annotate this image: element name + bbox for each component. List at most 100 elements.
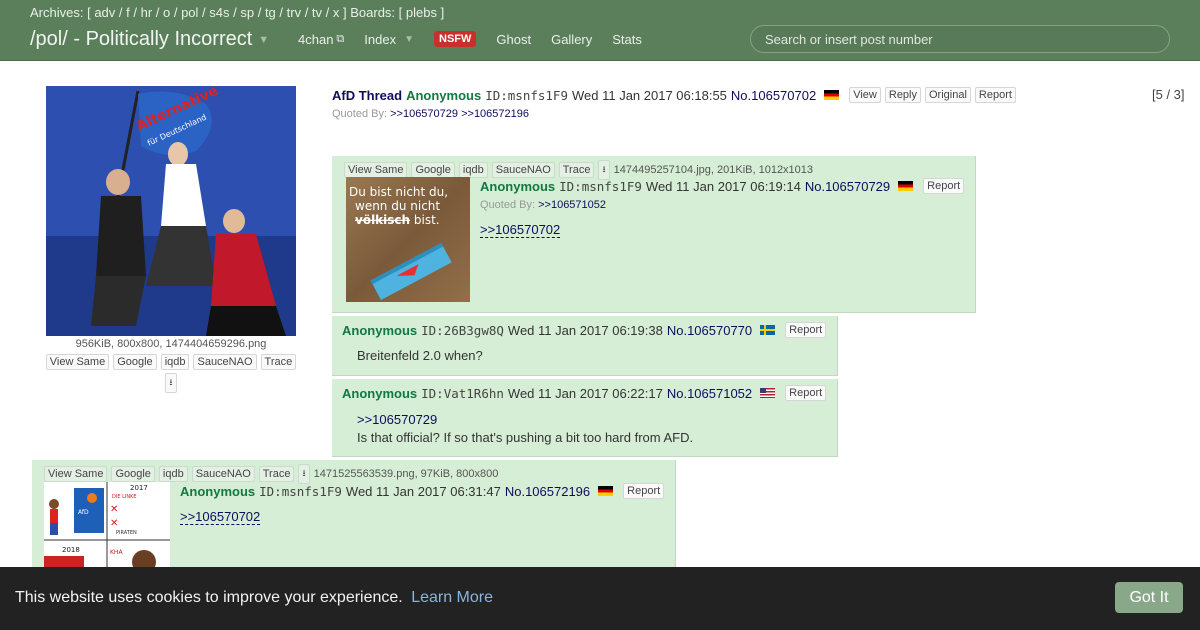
trace-button[interactable]: Trace	[258, 466, 295, 482]
view-button[interactable]: View	[849, 87, 881, 103]
saucenao-button[interactable]: SauceNAO	[191, 466, 255, 482]
reply-image-linke: DIE LINKE	[112, 494, 137, 500]
iqdb-button[interactable]: iqdb	[160, 354, 190, 370]
reply-text: Is that official? If so that's pushing a…	[357, 430, 694, 445]
poster-id[interactable]: ID:26B3gw8Q	[421, 323, 504, 338]
poster-id[interactable]: ID:Vat1R6hn	[421, 386, 504, 401]
google-button[interactable]: Google	[411, 162, 455, 178]
reply-header: Anonymous ID:msnfs1F9 Wed 11 Jan 2017 06…	[180, 483, 665, 499]
quote-link[interactable]: >>106570702	[180, 509, 261, 525]
board-title: /pol/ - Politically Incorrect	[30, 28, 253, 50]
nav-index-dropdown[interactable]: Index ▼	[364, 32, 414, 47]
post-number-link[interactable]: No.106571052	[667, 386, 752, 401]
post-number-link[interactable]: No.106570702	[731, 88, 816, 103]
archive-link-pol[interactable]: pol	[181, 5, 198, 20]
backlink[interactable]: >>106570729	[390, 108, 458, 120]
poster-id[interactable]: ID:msnfs1F9	[485, 88, 568, 103]
external-link-icon: ⧉	[336, 32, 345, 45]
original-button[interactable]: Original	[925, 87, 971, 103]
archive-link-f[interactable]: f	[126, 5, 130, 20]
post-date: Wed 11 Jan 2017 06:22:17	[507, 385, 663, 401]
reply-image-line1: Du bist nicht du,	[349, 185, 448, 199]
report-button[interactable]: Report	[923, 178, 965, 194]
post-date: Wed 11 Jan 2017 06:18:55	[571, 87, 727, 103]
archive-link-x[interactable]: x	[333, 5, 340, 20]
nav-4chan-link[interactable]: 4chan ⧉	[298, 32, 344, 47]
quoted-by-label: Quoted By:	[480, 199, 536, 211]
cookie-text: This website uses cookies to improve you…	[15, 589, 403, 606]
quote-link[interactable]: >>106570702	[480, 222, 561, 238]
report-button[interactable]: Report	[623, 483, 665, 499]
view-same-button[interactable]: View Same	[45, 354, 110, 370]
board-link-plebs[interactable]: plebs	[406, 5, 437, 20]
iqdb-button[interactable]: iqdb	[458, 162, 488, 178]
learn-more-link[interactable]: Learn More	[411, 589, 493, 606]
nav-gallery-link[interactable]: Gallery	[551, 32, 592, 47]
caret-down-icon: ▼	[404, 33, 414, 45]
reply-post-106571052: Anonymous ID:Vat1R6hn Wed 11 Jan 2017 06…	[332, 379, 838, 457]
reply-body: >>106570729 Is that official? If so that…	[357, 411, 693, 447]
backlink[interactable]: >>106572196	[461, 108, 529, 120]
top-navbar: Archives: [ adv / f / hr / o / pol / s4s…	[0, 0, 1200, 61]
post-number-link[interactable]: No.106572196	[505, 484, 590, 499]
report-button[interactable]: Report	[785, 385, 827, 401]
cookie-banner: This website uses cookies to improve you…	[0, 567, 1200, 630]
post-date: Wed 11 Jan 2017 06:19:14	[645, 178, 801, 194]
report-button[interactable]: Report	[785, 322, 827, 338]
quote-link[interactable]: >>106570729	[357, 411, 693, 429]
google-button[interactable]: Google	[113, 354, 157, 370]
iqdb-button[interactable]: iqdb	[158, 466, 188, 482]
reply-body: >>106570702	[180, 509, 261, 525]
backlink[interactable]: >>106571052	[538, 199, 606, 211]
nsfw-badge[interactable]: NSFW	[434, 31, 477, 47]
poster-id[interactable]: ID:msnfs1F9	[259, 484, 342, 499]
archive-link-tg[interactable]: tg	[265, 5, 276, 20]
search-input[interactable]: Search or insert post number	[750, 25, 1170, 53]
google-button[interactable]: Google	[111, 466, 155, 482]
archive-link-trv[interactable]: trv	[287, 5, 301, 20]
archive-link-hr[interactable]: hr	[141, 5, 153, 20]
trace-button[interactable]: Trace	[260, 354, 297, 370]
reply-image-year-top: 2017	[130, 484, 148, 492]
post-number-link[interactable]: No.106570770	[667, 323, 752, 338]
poster-id[interactable]: ID:msnfs1F9	[559, 179, 642, 194]
germany-flag-icon	[598, 486, 614, 496]
got-it-button[interactable]: Got It	[1115, 582, 1183, 613]
archive-link-s4s[interactable]: s4s	[209, 5, 229, 20]
reply-button[interactable]: Reply	[884, 87, 921, 103]
quoted-by-label: Quoted By:	[332, 108, 388, 120]
op-file-info: 956KiB, 800x800, 1474404659296.png View …	[38, 338, 304, 393]
saucenao-button[interactable]: SauceNAO	[491, 162, 555, 178]
archive-link-tv[interactable]: tv	[312, 5, 322, 20]
view-same-button[interactable]: View Same	[44, 466, 108, 482]
archive-link-sp[interactable]: sp	[240, 5, 254, 20]
reply-image-thumbnail[interactable]: Du bist nicht du, wenn du nicht völkisch…	[346, 177, 470, 302]
op-quoted-by: Quoted By: >>106570729 >>106572196	[332, 108, 529, 120]
reply-body: Breitenfeld 2.0 when?	[357, 348, 483, 363]
post-number-link[interactable]: No.106570729	[805, 179, 890, 194]
download-icon[interactable]: ⭳	[298, 464, 310, 484]
download-icon[interactable]: ⭳	[165, 373, 177, 393]
board-title-dropdown[interactable]: /pol/ - Politically Incorrect ▼	[30, 28, 269, 51]
report-button[interactable]: Report	[974, 87, 1016, 103]
nav-stats-link[interactable]: Stats	[612, 32, 642, 47]
thread-subject: AfD Thread	[332, 87, 403, 103]
archive-link-o[interactable]: o	[163, 5, 170, 20]
germany-flag-icon	[898, 181, 914, 191]
download-icon[interactable]: ⭳	[598, 160, 610, 180]
poster-name: Anonymous	[406, 87, 482, 103]
reply-image-thumbnail[interactable]: 2017 2018 AfD DIE LINKE ✕ ✕ PIRATEN KHA	[44, 482, 170, 567]
nav-ghost-link[interactable]: Ghost	[496, 32, 531, 47]
trace-button[interactable]: Trace	[558, 162, 595, 178]
op-image-thumbnail[interactable]: Alternative für Deutschland	[46, 86, 296, 336]
boards-close: ]	[440, 5, 445, 20]
saucenao-button[interactable]: SauceNAO	[193, 354, 257, 370]
reply-image-afd: AfD	[78, 509, 89, 516]
poster-name: Anonymous	[180, 483, 256, 499]
op-post-header: AfD Thread Anonymous ID:msnfs1F9 Wed 11 …	[332, 87, 1016, 103]
archive-link-adv[interactable]: adv	[94, 5, 115, 20]
reply-image-line3-rest: bist.	[410, 213, 440, 227]
view-same-button[interactable]: View Same	[344, 162, 408, 178]
cookie-message: This website uses cookies to improve you…	[15, 589, 493, 607]
reply-file-meta: 1474495257104.jpg, 201KiB, 1012x1013	[613, 164, 814, 176]
